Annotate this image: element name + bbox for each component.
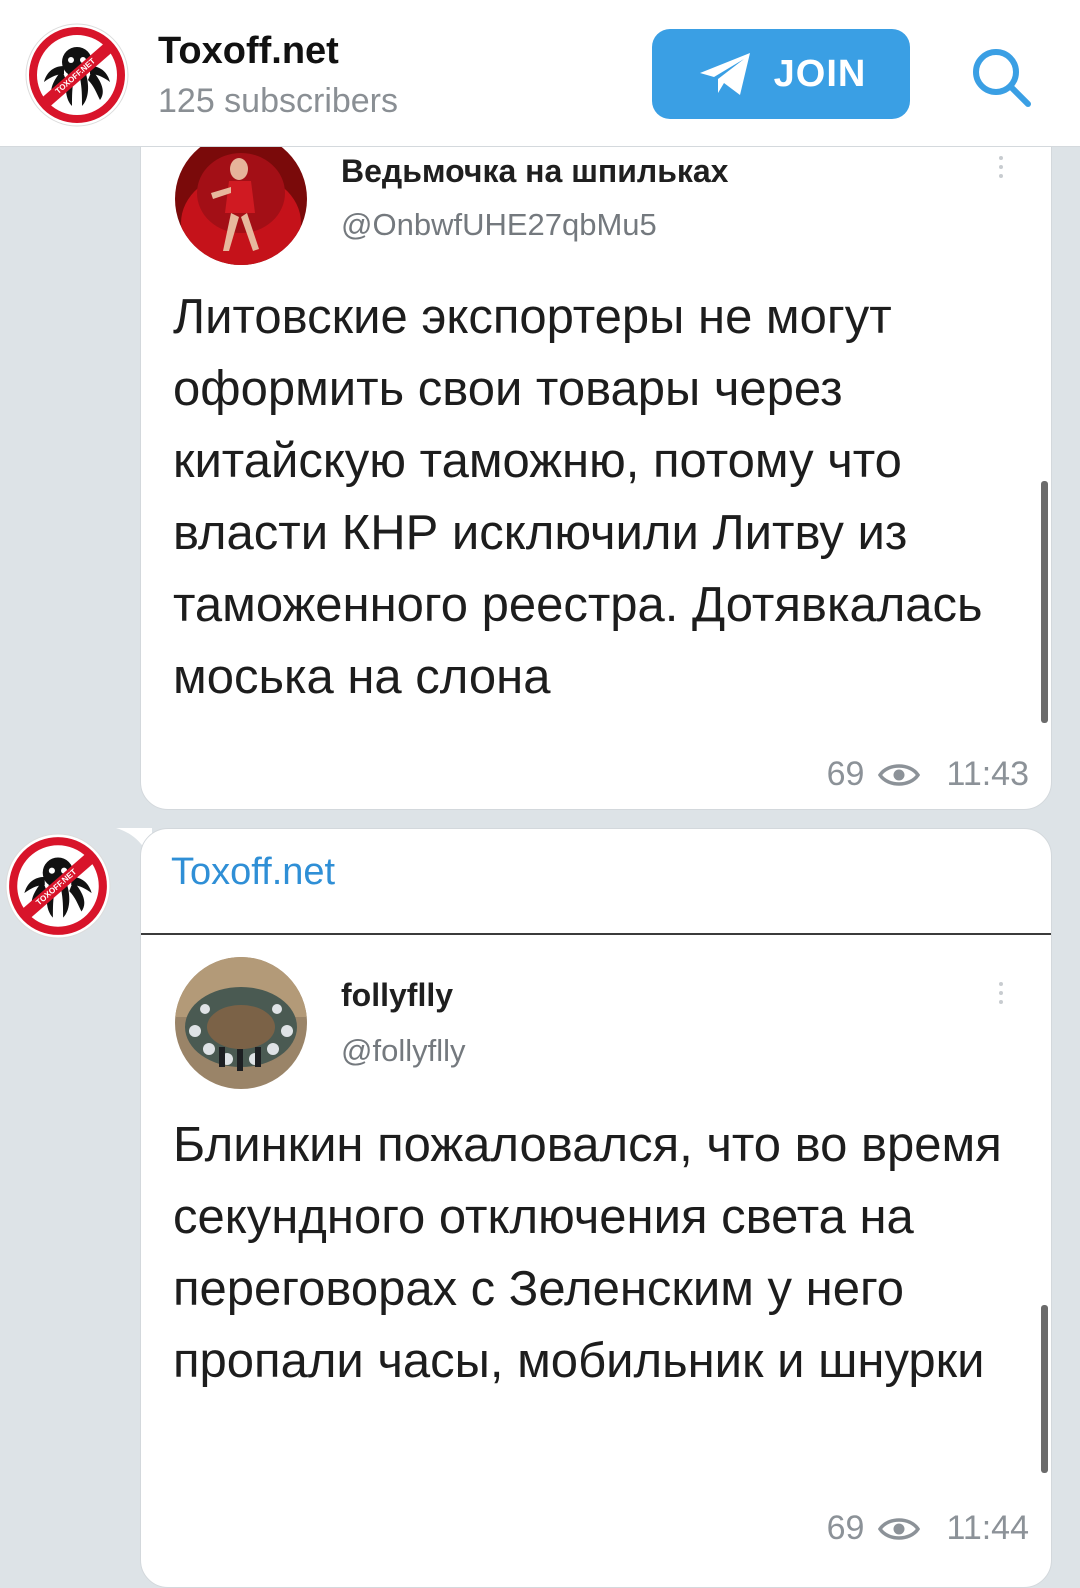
sender-avatar[interactable]: TOXOFF.NET [4, 832, 112, 940]
tweet-author-name: Ведьмочка на шпильках [341, 153, 729, 189]
tweet-author-handle: @follyflly [341, 1033, 466, 1068]
image-top-border [141, 933, 1051, 935]
search-icon[interactable] [968, 44, 1034, 110]
tweet-text: Литовские экспортеры не могут оформить с… [173, 290, 983, 704]
join-label: JOIN [773, 52, 867, 95]
sender-name[interactable]: Toxoff.net [171, 851, 335, 894]
channel-title[interactable]: Toxoff.net [158, 30, 339, 73]
join-button[interactable]: JOIN [652, 29, 910, 119]
channel-avatar[interactable]: TOXOFF.NET [24, 22, 130, 128]
view-count: 69 [826, 1509, 865, 1547]
more-vertical-icon [991, 977, 1011, 1009]
message-bubble[interactable]: Toxoff.net follyflly @follyflly Блинкин … [140, 828, 1052, 1588]
subscriber-count: 125 subscribers [158, 82, 399, 120]
channel-header: TOXOFF.NET Toxoff.net 125 subscribers JO… [0, 0, 1080, 147]
telegram-plane-icon [699, 53, 750, 95]
message-meta: 69 11:43 [827, 755, 1029, 794]
view-count: 69 [826, 755, 865, 793]
more-vertical-icon [991, 151, 1011, 183]
message-time: 11:44 [946, 1509, 1029, 1547]
eye-icon [878, 763, 921, 786]
tweet-avatar-photo [175, 957, 307, 1089]
message-meta: 69 11:44 [827, 1509, 1029, 1548]
tweet-avatar-photo [175, 133, 307, 265]
tweet-text: Блинкин пожаловался, что во время секунд… [173, 1118, 1002, 1388]
tweet-author-handle: @OnbwfUHE27qbMu5 [341, 207, 657, 242]
image-scrollbar [1041, 1305, 1048, 1473]
eye-icon [878, 1517, 921, 1540]
message-time: 11:43 [946, 755, 1029, 793]
message-bubble[interactable]: Ведьмочка на шпильках @OnbwfUHE27qbMu5 Л… [140, 110, 1052, 810]
image-scrollbar [1041, 481, 1048, 723]
tweet-author-name: follyflly [341, 977, 454, 1013]
